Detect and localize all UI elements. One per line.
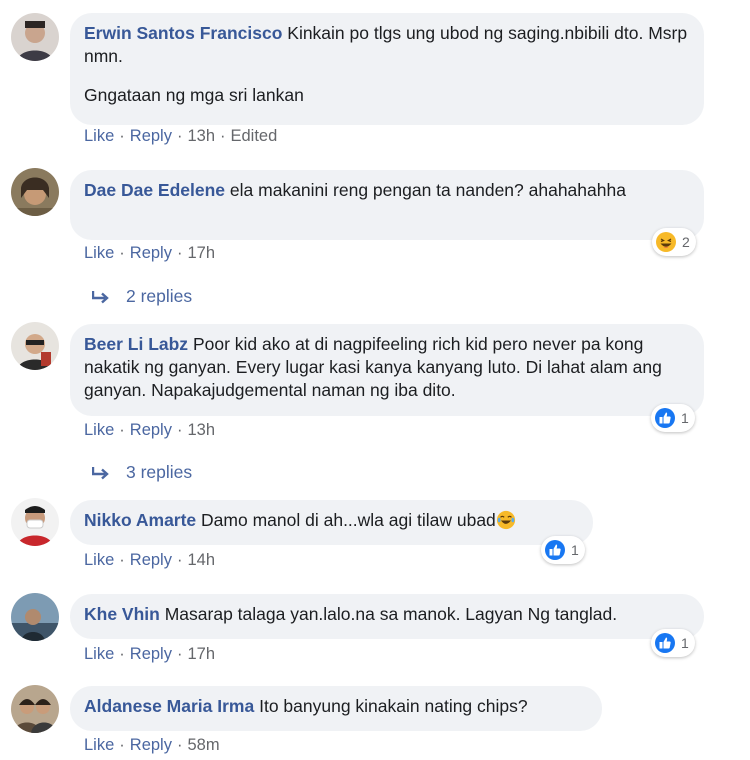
comment-author[interactable]: Beer Li Labz <box>84 334 188 354</box>
like-button[interactable]: Like <box>84 551 114 569</box>
reaction-count: 1 <box>681 410 689 426</box>
laughing-emoji-icon <box>496 510 515 530</box>
replies-count-label: 2 replies <box>126 286 193 306</box>
like-button[interactable]: Like <box>84 736 114 754</box>
comment-actions: Like · Reply · 17h <box>84 244 215 262</box>
timestamp[interactable]: 13h <box>187 127 215 145</box>
avatar[interactable] <box>11 685 59 733</box>
like-button[interactable]: Like <box>84 421 114 439</box>
avatar[interactable] <box>11 13 59 61</box>
comment-bubble: Khe Vhin Masarap talaga yan.lalo.na sa m… <box>70 594 704 639</box>
comment-author[interactable]: Khe Vhin <box>84 604 160 624</box>
reaction-badge[interactable]: 1 <box>651 404 695 432</box>
like-thumb-icon <box>655 633 675 653</box>
timestamp[interactable]: 13h <box>187 421 215 439</box>
timestamp[interactable]: 17h <box>187 645 215 663</box>
reply-button[interactable]: Reply <box>130 244 172 262</box>
like-button[interactable]: Like <box>84 244 114 262</box>
reaction-badge[interactable]: 2 <box>652 228 696 256</box>
comment-bubble: Nikko Amarte Damo manol di ah...wla agi … <box>70 500 593 545</box>
avatar[interactable] <box>11 168 59 216</box>
comment-actions: Like · Reply · 13h · Edited <box>84 127 278 145</box>
comment-text: Damo manol di ah...wla agi tilaw ubad <box>201 510 496 530</box>
comment-actions: Like · Reply · 17h <box>84 645 215 663</box>
view-replies-link[interactable]: 3 replies <box>92 462 192 483</box>
comment-actions: Like · Reply · 58m <box>84 736 220 754</box>
like-thumb-icon <box>655 408 675 428</box>
like-thumb-icon <box>545 540 565 560</box>
replies-count-label: 3 replies <box>126 462 193 482</box>
like-button[interactable]: Like <box>84 127 114 145</box>
reply-button[interactable]: Reply <box>130 127 172 145</box>
reaction-count: 1 <box>571 542 579 558</box>
reaction-badge[interactable]: 1 <box>541 536 585 564</box>
comment-author[interactable]: Erwin Santos Francisco <box>84 23 282 43</box>
edited-label: Edited <box>230 127 278 145</box>
reply-button[interactable]: Reply <box>130 736 172 754</box>
comment-author[interactable]: Aldanese Maria Irma <box>84 696 254 716</box>
comment-author[interactable]: Nikko Amarte <box>84 510 196 530</box>
comment-bubble: Erwin Santos Francisco Kinkain po tlgs u… <box>70 13 704 125</box>
comment-author[interactable]: Dae Dae Edelene <box>84 180 225 200</box>
avatar[interactable] <box>11 322 59 370</box>
reply-button[interactable]: Reply <box>130 645 172 663</box>
comment-bubble: Aldanese Maria Irma Ito banyung kinakain… <box>70 686 602 731</box>
view-replies-link[interactable]: 2 replies <box>92 286 192 307</box>
reply-button[interactable]: Reply <box>130 421 172 439</box>
comment-actions: Like · Reply · 14h <box>84 551 215 569</box>
comment-text: Ito banyung kinakain nating chips? <box>259 696 528 716</box>
timestamp[interactable]: 17h <box>187 244 215 262</box>
reaction-count: 1 <box>681 635 689 651</box>
comment-text: ela makanini reng pengan ta nanden? ahah… <box>229 180 626 200</box>
comment-text-line2: Gngataan ng mga sri lankan <box>84 85 304 105</box>
comment-bubble: Beer Li Labz Poor kid ako at di nagpifee… <box>70 324 704 416</box>
reply-button[interactable]: Reply <box>130 551 172 569</box>
comment-bubble: Dae Dae Edelene ela makanini reng pengan… <box>70 170 704 240</box>
haha-emoji-icon <box>656 232 676 252</box>
comment-actions: Like · Reply · 13h <box>84 421 215 439</box>
avatar[interactable] <box>11 593 59 641</box>
like-button[interactable]: Like <box>84 645 114 663</box>
reply-arrow-icon <box>92 466 109 479</box>
reaction-badge[interactable]: 1 <box>651 629 695 657</box>
reaction-count: 2 <box>682 234 690 250</box>
timestamp[interactable]: 58m <box>187 736 219 754</box>
comment-text: Masarap talaga yan.lalo.na sa manok. Lag… <box>164 604 618 624</box>
avatar[interactable] <box>11 498 59 546</box>
timestamp[interactable]: 14h <box>187 551 215 569</box>
reply-arrow-icon <box>92 290 109 303</box>
